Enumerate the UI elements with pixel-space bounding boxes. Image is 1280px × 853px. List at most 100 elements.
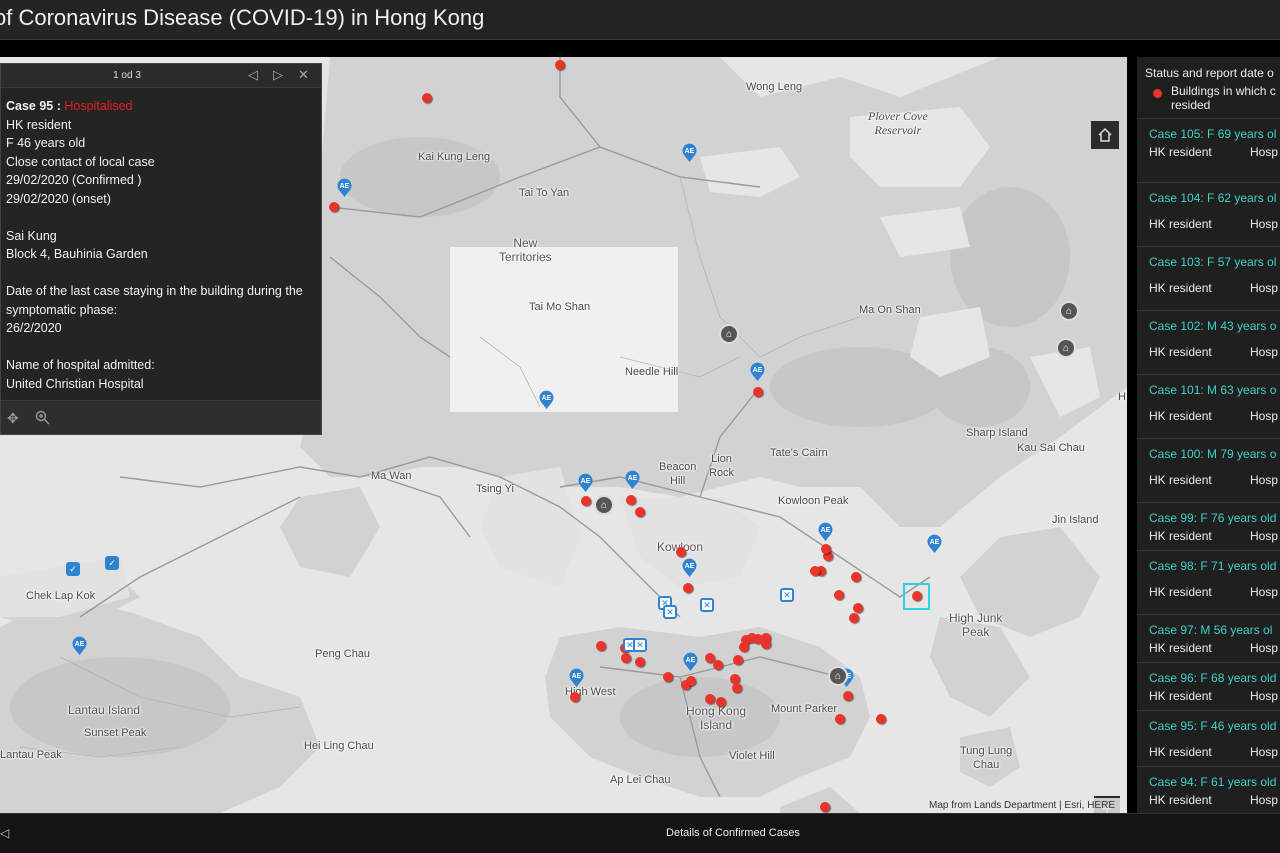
facility-icon[interactable]: ✕ <box>633 638 647 652</box>
triangle-left-icon[interactable]: ◁ <box>248 67 258 83</box>
case-building-marker[interactable] <box>713 660 723 670</box>
case-item-status: Hosp <box>1250 281 1279 295</box>
case-building-marker[interactable] <box>739 642 749 652</box>
hospital-ae-icon[interactable]: AE <box>538 389 555 409</box>
hospital-ae-icon[interactable]: AE <box>624 469 641 489</box>
hospital-ae-icon[interactable]: AE <box>681 557 698 577</box>
facility-icon[interactable]: ✕ <box>780 588 794 602</box>
legend: Status and report date o Buildings in wh… <box>1137 57 1280 119</box>
facility-icon[interactable]: ✕ <box>700 598 714 612</box>
case-item-status: Hosp <box>1250 145 1279 159</box>
case-item-title: Case 99: F 76 years old <box>1149 511 1277 525</box>
case-list-item[interactable]: Case 99: F 76 years old HK resident Hosp <box>1137 503 1280 551</box>
facility-icon[interactable]: ✕ <box>663 605 677 619</box>
hospital-ae-icon[interactable]: AE <box>336 177 353 197</box>
case-building-marker[interactable] <box>733 655 743 665</box>
clinic-icon[interactable]: ⌂ <box>594 495 614 515</box>
case-building-marker[interactable] <box>835 714 845 724</box>
case-building-marker[interactable] <box>676 547 686 557</box>
case-building-marker[interactable] <box>621 653 631 663</box>
map-label-high-junk-peak: High Junk Peak <box>949 611 1003 639</box>
case-building-marker[interactable] <box>581 496 591 506</box>
case-building-marker[interactable] <box>843 691 853 701</box>
hospital-ae-icon[interactable]: AE <box>577 472 594 492</box>
case-building-marker[interactable] <box>732 683 742 693</box>
case-building-marker[interactable] <box>851 572 861 582</box>
case-list-item[interactable]: Case 100: M 79 years o HK resident Hosp <box>1137 439 1280 503</box>
case-list-item[interactable]: Case 95: F 46 years old HK resident Hosp <box>1137 711 1280 767</box>
case-item-residency: HK resident <box>1149 689 1212 703</box>
case-list-item[interactable]: Case 94: F 61 years old HK resident Hosp <box>1137 767 1280 813</box>
home-button[interactable] <box>1091 121 1119 149</box>
popup-line: 29/02/2020 (Confirmed ) <box>6 173 142 187</box>
svg-text:AE: AE <box>753 367 763 374</box>
case-list-item[interactable]: Case 103: F 57 years ol HK resident Hosp <box>1137 247 1280 311</box>
popup-line: Sai Kung <box>6 228 57 243</box>
case-building-marker[interactable] <box>821 544 831 554</box>
map-label-kau-sai-chau: Kau Sai Chau <box>1017 442 1085 454</box>
triangle-right-icon[interactable]: ▷ <box>273 67 283 83</box>
case-building-marker[interactable] <box>849 613 859 623</box>
map-label-sharp-island: Sharp Island <box>966 427 1028 439</box>
hospital-ae-icon[interactable]: AE <box>681 142 698 162</box>
case-building-marker[interactable] <box>329 202 339 212</box>
zoom-to-icon[interactable] <box>35 410 50 428</box>
case-building-marker[interactable] <box>570 692 580 702</box>
pan-icon[interactable]: ✥ <box>7 410 19 427</box>
close-icon[interactable]: ✕ <box>298 67 309 83</box>
case-building-marker[interactable] <box>820 802 830 812</box>
case-list-item[interactable]: Case 104: F 62 years ol HK resident Hosp <box>1137 183 1280 247</box>
case-building-marker[interactable] <box>635 657 645 667</box>
popup-lines: HK resident F 46 years old Close contact o… <box>6 116 316 394</box>
popup-content: Case 95 : Hospitalised HK resident F 46 y… <box>1 88 321 402</box>
case-building-marker[interactable] <box>663 672 673 682</box>
case-item-title: Case 105: F 69 years ol <box>1149 127 1277 141</box>
case-list-item[interactable]: Case 98: F 71 years old HK resident Hosp <box>1137 551 1280 615</box>
case-item-title: Case 95: F 46 years old <box>1149 719 1277 733</box>
hospital-ae-icon[interactable]: AE <box>817 521 834 541</box>
case-building-marker[interactable] <box>596 641 606 651</box>
case-building-marker[interactable] <box>635 507 645 517</box>
clinic-icon[interactable]: ⌂ <box>719 324 739 344</box>
hospital-ae-icon[interactable]: AE <box>926 533 943 553</box>
popup-line: Close contact of local case <box>6 154 155 169</box>
home-icon <box>1098 127 1112 142</box>
shield-icon[interactable]: ✓ <box>105 556 119 570</box>
hospital-ae-icon[interactable]: AE <box>749 361 766 381</box>
popup-spacer <box>6 338 316 357</box>
shield-icon[interactable]: ✓ <box>66 562 80 576</box>
clinic-icon[interactable]: ⌂ <box>1059 301 1079 321</box>
case-building-marker[interactable] <box>686 676 696 686</box>
clinic-icon[interactable]: ⌂ <box>1056 338 1076 358</box>
case-building-marker[interactable] <box>683 583 693 593</box>
case-list-item[interactable]: Case 96: F 68 years old HK resident Hosp <box>1137 663 1280 711</box>
footer-title[interactable]: Details of Confirmed Cases <box>0 827 1280 839</box>
svg-text:AE: AE <box>628 475 638 482</box>
case-building-marker[interactable] <box>555 60 565 70</box>
case-building-marker[interactable] <box>834 590 844 600</box>
case-building-marker[interactable] <box>716 697 726 707</box>
case-building-marker[interactable] <box>422 93 432 103</box>
case-building-marker[interactable] <box>705 694 715 704</box>
case-building-marker[interactable] <box>876 714 886 724</box>
case-item-title: Case 97: M 56 years ol <box>1149 623 1273 637</box>
case-building-marker[interactable] <box>753 387 763 397</box>
popup-header: 1 od 3 ◁ ▷ ✕ <box>1 64 321 88</box>
map-label-sunset-peak: Sunset Peak <box>84 727 147 739</box>
clinic-icon[interactable]: ⌂ <box>828 666 848 686</box>
case-list-item[interactable]: Case 97: M 56 years ol HK resident Hosp <box>1137 615 1280 663</box>
hospital-ae-icon[interactable]: AE <box>71 635 88 655</box>
case-building-marker[interactable] <box>853 603 863 613</box>
case-list-item[interactable]: Case 102: M 43 years o HK resident Hosp <box>1137 311 1280 375</box>
case-list-item[interactable]: Case 101: M 63 years o HK resident Hosp <box>1137 375 1280 439</box>
hospital-ae-icon[interactable]: AE <box>568 667 585 687</box>
map-label-tates-cairn: Tate's Cairn <box>770 447 828 459</box>
case-building-marker[interactable] <box>810 566 820 576</box>
hospital-ae-icon[interactable]: AE <box>682 651 699 671</box>
case-list-item[interactable]: Case 105: F 69 years ol HK resident Hosp <box>1137 119 1280 183</box>
case-item-status: Hosp <box>1250 793 1279 807</box>
case-building-marker[interactable] <box>761 639 771 649</box>
svg-text:AE: AE <box>572 673 582 680</box>
case-list-panel: Status and report date o Buildings in wh… <box>1137 57 1280 813</box>
case-building-marker[interactable] <box>626 495 636 505</box>
